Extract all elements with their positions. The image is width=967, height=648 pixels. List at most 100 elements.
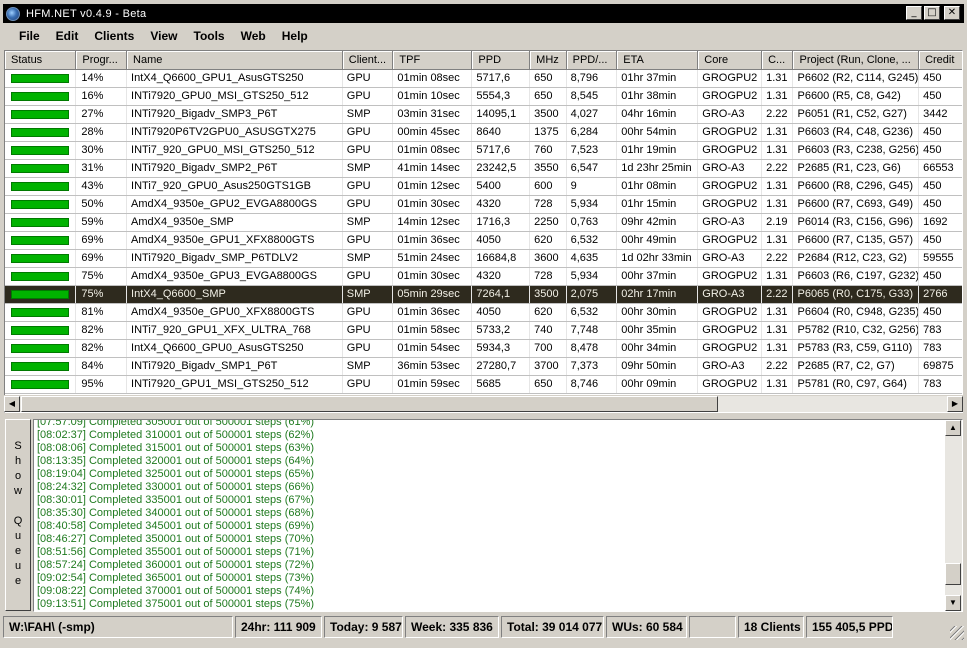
status-cell [5, 357, 77, 376]
maximize-button[interactable]: □ [924, 6, 940, 20]
menu-tools[interactable]: Tools [186, 26, 233, 47]
client-type-cell: GPU [342, 177, 394, 196]
core-cell: GRO-A3 [697, 159, 763, 178]
scroll-up-icon[interactable]: ▲ [945, 420, 961, 436]
ppd-cell: 4050 [471, 231, 531, 250]
resize-grip-icon[interactable] [950, 626, 964, 640]
col-header-project[interactable]: Project (Run, Clone, ... [792, 51, 920, 70]
table-row[interactable]: 82% IntX4_Q6600_GPU0_AsusGTS250 GPU 01min 5… [5, 339, 962, 358]
credit-cell: 450 [918, 87, 962, 106]
horizontal-scrollbar[interactable]: ◀ ▶ [4, 395, 963, 412]
status-wus: WUs: 60 584 [606, 616, 687, 638]
show-queue-button[interactable]: Show Queue [5, 419, 31, 611]
tpf-cell: 36min 53sec [392, 357, 473, 376]
col-header-status[interactable]: Status [5, 51, 77, 70]
table-row[interactable]: 31% INTi7920_Bigadv_SMP2_P6T SMP 41min 14se… [5, 159, 962, 178]
tpf-cell: 01min 12sec [392, 177, 473, 196]
col-header-name[interactable]: Name [126, 51, 343, 70]
core-cell: GRO-A3 [697, 213, 763, 232]
vertical-scrollbar[interactable]: ▲ ▼ [945, 420, 962, 611]
mhz-cell: 2250 [529, 213, 567, 232]
mhz-cell: 650 [529, 375, 567, 394]
client-type-cell: GPU [342, 375, 394, 394]
menu-clients[interactable]: Clients [86, 26, 142, 47]
credit-cell: 450 [918, 123, 962, 142]
menu-view[interactable]: View [142, 26, 185, 47]
scroll-down-icon[interactable]: ▼ [945, 595, 961, 611]
ppd-cell: 5400 [471, 177, 531, 196]
mhz-cell: 620 [529, 303, 567, 322]
table-row[interactable]: 28% INTi7920P6TV2GPU0_ASUSGTX275 GPU 00min … [5, 123, 962, 142]
table-row[interactable]: 27% INTi7920_Bigadv_SMP3_P6T SMP 03min 31se… [5, 105, 962, 124]
col-header-client-type[interactable]: Client... [342, 51, 394, 70]
tpf-cell: 01min 30sec [392, 267, 473, 286]
col-header-tpf[interactable]: TPF [392, 51, 473, 70]
table-row[interactable]: 75% AmdX4_9350e_GPU3_EVGA8800GS GPU 01min 3… [5, 267, 962, 286]
ppd-cell: 14095,1 [471, 105, 531, 124]
minimize-button[interactable]: _ [906, 6, 922, 20]
client-type-cell: GPU [342, 141, 394, 160]
ppd-per-mhz-cell: 4,027 [566, 105, 618, 124]
window-title: HFM.NET v0.4.9 - Beta [26, 7, 147, 20]
core-version-cell: 2.22 [761, 357, 794, 376]
scroll-left-icon[interactable]: ◀ [4, 396, 20, 412]
core-cell: GROGPU2 [697, 339, 763, 358]
table-row[interactable]: 59% AmdX4_9350e_SMP SMP 14min 12sec 1716,3 22… [5, 213, 962, 232]
log-line: [08:30:01] Completed 335001 out of 50000… [37, 494, 315, 506]
tpf-cell: 01min 08sec [392, 69, 473, 88]
ppd-per-mhz-cell: 5,934 [566, 195, 618, 214]
table-row[interactable]: 69% AmdX4_9350e_GPU1_XFX8800GTS GPU 01min 3… [5, 231, 962, 250]
menu-web[interactable]: Web [233, 26, 274, 47]
menu-file[interactable]: File [3, 26, 48, 47]
eta-cell: 09hr 50min [616, 357, 699, 376]
credit-cell: 783 [918, 375, 962, 394]
table-row[interactable]: 43% INTi7_920_GPU0_Asus250GTS1GB GPU 01min … [5, 177, 962, 196]
name-cell: AmdX4_9350e_GPU1_XFX8800GTS [126, 231, 343, 250]
col-header-progress[interactable]: Progr... [75, 51, 128, 70]
col-header-eta[interactable]: ETA [616, 51, 699, 70]
ppd-per-mhz-cell: 8,746 [566, 375, 618, 394]
mhz-cell: 740 [529, 321, 567, 340]
col-header-credit[interactable]: Credit [918, 51, 962, 70]
vertical-scroll-thumb[interactable] [945, 563, 961, 585]
table-row[interactable]: 95% INTi7920_GPU1_MSI_GTS250_512 GPU 01min … [5, 375, 962, 394]
eta-cell: 04hr 16min [616, 105, 699, 124]
ppd-per-mhz-cell: 9 [566, 177, 618, 196]
col-header-mhz[interactable]: MHz [529, 51, 567, 70]
credit-cell: 450 [918, 303, 962, 322]
core-cell: GROGPU2 [697, 87, 763, 106]
col-header-core-version[interactable]: C... [761, 51, 794, 70]
credit-cell: 783 [918, 321, 962, 340]
table-row[interactable]: 82% INTi7_920_GPU1_XFX_ULTRA_768 GPU 01min … [5, 321, 962, 340]
client-type-cell: SMP [342, 213, 394, 232]
menu-edit[interactable]: Edit [48, 26, 87, 47]
core-version-cell: 1.31 [761, 231, 794, 250]
col-header-ppd[interactable]: PPD [471, 51, 531, 70]
col-header-core[interactable]: Core [697, 51, 763, 70]
core-version-cell: 1.31 [761, 339, 794, 358]
title-bar[interactable]: HFM.NET v0.4.9 - Beta _ □ ✕ [3, 4, 964, 23]
table-row[interactable]: 84% INTi7920_Bigadv_SMP1_P6T SMP 36min 53se… [5, 357, 962, 376]
status-ok-indicator [11, 307, 69, 317]
status-ok-indicator [11, 109, 69, 119]
table-row[interactable]: 75% IntX4_Q6600_SMP SMP 05min 29sec 7264,1 35… [5, 285, 962, 304]
table-row[interactable]: 81% AmdX4_9350e_GPU0_XFX8800GTS GPU 01min 3… [5, 303, 962, 322]
horizontal-scroll-thumb[interactable] [21, 396, 718, 412]
status-ok-indicator [11, 217, 69, 227]
log-line: [08:24:32] Completed 330001 out of 50000… [37, 481, 315, 493]
table-row[interactable]: 50% AmdX4_9350e_GPU2_EVGA8800GS GPU 01min 3… [5, 195, 962, 214]
name-cell: AmdX4_9350e_GPU2_EVGA8800GS [126, 195, 343, 214]
table-row[interactable]: 30% INTi7_920_GPU0_MSI_GTS250_512 GPU 01min… [5, 141, 962, 160]
client-type-cell: GPU [342, 69, 394, 88]
table-row[interactable]: 69% INTi7920_Bigadv_SMP_P6TDLV2 SMP 51min 2… [5, 249, 962, 268]
close-button[interactable]: ✕ [944, 6, 960, 20]
table-row[interactable]: 16% INTi7920_GPU0_MSI_GTS250_512 GPU 01min … [5, 87, 962, 106]
status-ok-indicator [11, 199, 69, 209]
tpf-cell: 01min 08sec [392, 141, 473, 160]
table-row[interactable]: 14% IntX4_Q6600_GPU1_AsusGTS250 GPU 01min 0… [5, 69, 962, 88]
menu-help[interactable]: Help [274, 26, 316, 47]
scroll-right-icon[interactable]: ▶ [947, 396, 963, 412]
col-header-ppd-per-mhz[interactable]: PPD/... [566, 51, 618, 70]
project-cell: P2684 (R12, C23, G2) [792, 249, 920, 268]
project-cell: P5782 (R10, C32, G256) [792, 321, 920, 340]
